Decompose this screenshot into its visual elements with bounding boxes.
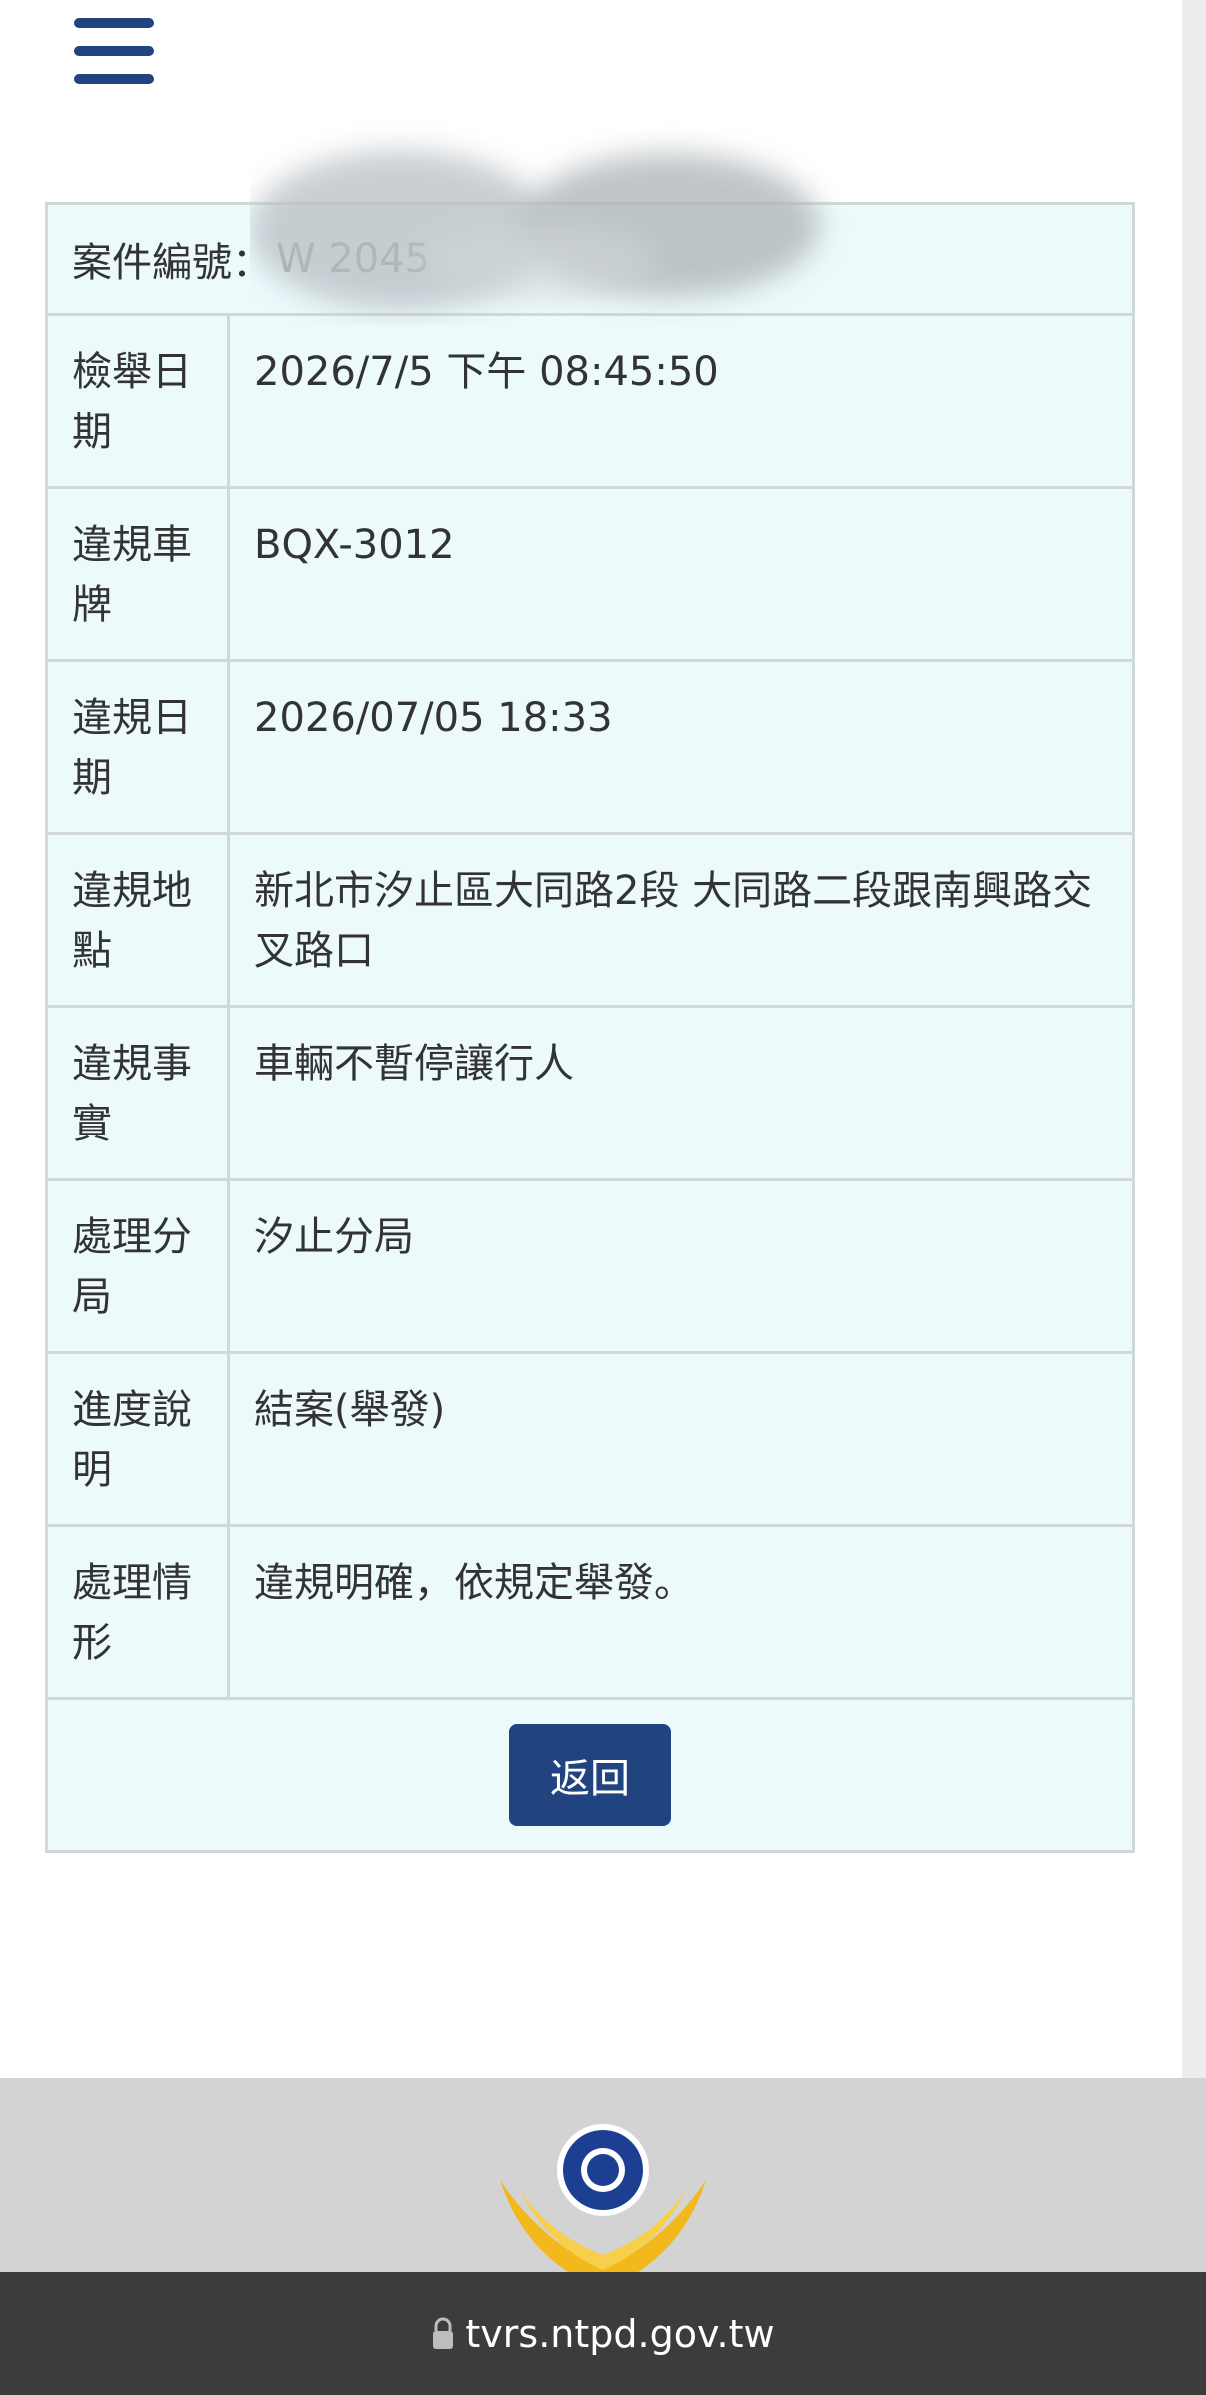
row-value: 車輛不暫停讓行人: [254, 1041, 574, 1087]
table-row: 違規地點 新北市汐止區大同路2段 大同路二段跟南興路交叉路口: [48, 835, 1132, 1008]
url-text: tvrs.ntpd.gov.tw: [465, 2311, 775, 2356]
police-emblem: [500, 2124, 706, 2273]
row-label: 處理情形: [48, 1527, 230, 1697]
row-value: 2026/07/05 18:33: [254, 695, 613, 741]
row-label: 違規日期: [48, 662, 230, 832]
case-detail-table: 案件編號： W 2045 檢舉日期 2026/7/5 下午 08:45:50 違…: [45, 202, 1135, 1853]
table-row: 違規車牌 BQX-3012: [48, 489, 1132, 662]
page: 案件編號： W 2045 檢舉日期 2026/7/5 下午 08:45:50 違…: [0, 0, 1206, 2395]
row-label: 違規車牌: [48, 489, 230, 659]
lock-icon: [433, 2317, 454, 2349]
table-row: 進度說明 結案(舉發): [48, 1354, 1132, 1527]
menu-icon-bar: [74, 18, 154, 28]
row-label: 進度說明: [48, 1354, 230, 1524]
row-label: 處理分局: [48, 1181, 230, 1351]
footer: [0, 2078, 1206, 2273]
row-label: 違規地點: [48, 835, 230, 1005]
row-value: 新北市汐止區大同路2段 大同路二段跟南興路交叉路口: [254, 868, 1093, 974]
table-row: 違規事實 車輛不暫停讓行人: [48, 1008, 1132, 1181]
back-button[interactable]: 返回: [509, 1724, 671, 1826]
browser-url-bar[interactable]: tvrs.ntpd.gov.tw: [0, 2272, 1206, 2395]
table-row: 違規日期 2026/07/05 18:33: [48, 662, 1132, 835]
table-row: 處理情形 違規明確，依規定舉發。: [48, 1527, 1132, 1700]
row-value: 汐止分局: [254, 1214, 414, 1260]
table-row: 檢舉日期 2026/7/5 下午 08:45:50: [48, 316, 1132, 489]
row-value: 2026/7/5 下午 08:45:50: [254, 349, 719, 395]
scrollbar-track[interactable]: [1182, 0, 1206, 2078]
menu-icon-bar: [74, 74, 154, 84]
row-label: 檢舉日期: [48, 316, 230, 486]
case-number-row: 案件編號： W 2045: [48, 205, 1132, 316]
button-row: 返回: [48, 1700, 1132, 1850]
table-row: 處理分局 汐止分局: [48, 1181, 1132, 1354]
row-value: 結案(舉發): [254, 1387, 446, 1433]
row-label: 違規事實: [48, 1008, 230, 1178]
case-number-value: W 2045: [276, 236, 431, 282]
menu-icon-bar: [74, 46, 154, 56]
menu-icon[interactable]: [74, 18, 154, 84]
row-value: BQX-3012: [254, 522, 455, 568]
case-number-label: 案件編號：: [72, 240, 272, 286]
row-value: 違規明確，依規定舉發。: [254, 1560, 694, 1606]
